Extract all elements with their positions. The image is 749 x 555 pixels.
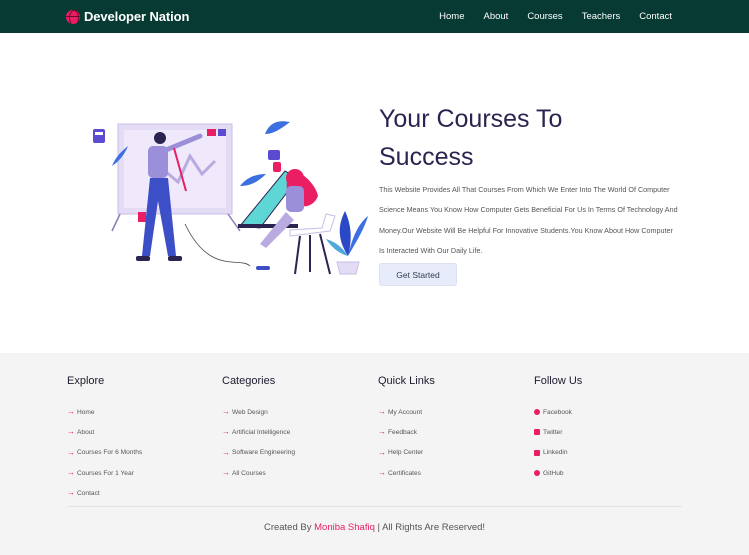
footer-link-label: Software Engineering: [232, 449, 296, 457]
nav-link-courses[interactable]: Courses: [527, 11, 562, 22]
nav-link-teachers[interactable]: Teachers: [582, 11, 621, 22]
floating-card: [93, 129, 105, 143]
footer-link-web-design[interactable]: → Web Design: [222, 402, 295, 422]
footer-link-label: Linkedin: [543, 449, 568, 457]
nav-links: Home About Courses Teachers Contact: [420, 0, 672, 33]
arrow-right-icon: →: [222, 447, 230, 457]
footer-heading-categories: Categories: [222, 375, 276, 387]
footer-heading-explore: Explore: [67, 375, 105, 387]
hero-title-line-1: Your Courses To: [379, 105, 563, 133]
linkedin-icon: [534, 449, 540, 456]
arrow-right-icon: →: [378, 447, 386, 457]
arrow-right-icon: →: [222, 468, 230, 478]
footer-link-label: GitHub: [543, 469, 564, 477]
footer-link-help-center[interactable]: → Help Center: [378, 443, 435, 463]
footer-column-follow-us: Follow Us Facebook Twitter Linkedin GitH…: [534, 375, 582, 483]
arrow-right-icon: →: [67, 468, 75, 478]
brand[interactable]: Developer Nation: [66, 8, 189, 25]
nav-link-about[interactable]: About: [483, 11, 508, 22]
footer: Explore → Home → About → Courses For 6 Mont…: [0, 353, 749, 555]
footer-link-about[interactable]: → About: [67, 422, 142, 442]
footer-link-twitter[interactable]: Twitter: [534, 422, 582, 442]
arrow-right-icon: →: [378, 407, 386, 417]
footer-link-label: Feedback: [388, 428, 417, 436]
footer-divider: [67, 506, 682, 507]
footer-link-all-courses[interactable]: → All Courses: [222, 463, 295, 483]
credit-author-link[interactable]: Moniba Shafiq: [314, 522, 375, 533]
footer-column-explore: Explore → Home → About → Courses For 6 Mont…: [67, 375, 142, 503]
nav-link-home[interactable]: Home: [439, 11, 464, 22]
footer-link-artificial-intelligence[interactable]: → Artificial Intelligence: [222, 422, 295, 442]
hero-illustration: [93, 121, 368, 275]
footer-link-label: Facebook: [543, 408, 572, 416]
footer-link-label: All Courses: [232, 469, 266, 477]
credit-prefix: Created By: [263, 522, 312, 533]
footer-link-label: Artificial Intelligence: [232, 428, 291, 436]
facebook-icon: [534, 409, 540, 416]
footer-link-home[interactable]: → Home: [67, 402, 142, 422]
footer-link-label: Help Center: [388, 449, 424, 457]
brand-name: Developer Nation: [84, 9, 190, 24]
footer-link-contact[interactable]: → Contact: [67, 483, 142, 503]
footer-column-categories: Categories → Web Design → Artificial Intel…: [222, 375, 295, 483]
nav-link-contact[interactable]: Contact: [639, 11, 672, 22]
footer-link-label: Certificates: [388, 469, 421, 477]
footer-link-label: Home: [77, 408, 95, 416]
arrow-right-icon: →: [67, 427, 75, 437]
arrow-right-icon: →: [67, 447, 75, 457]
arrow-right-icon: →: [67, 407, 75, 417]
footer-link-courses-6-months[interactable]: → Courses For 6 Months: [67, 443, 142, 463]
footer-heading-follow-us: Follow Us: [534, 375, 583, 387]
footer-credit: Created By Moniba Shafiq | All Rights Ar…: [0, 522, 749, 533]
twitter-icon: [534, 429, 540, 436]
hero-title: Your Courses To Success: [379, 100, 679, 176]
hero-description: This Website Provides All That Courses F…: [379, 185, 678, 256]
footer-link-label: About: [77, 428, 95, 436]
footer-heading-quick-links: Quick Links: [378, 375, 435, 387]
footer-link-software-engineering[interactable]: → Software Engineering: [222, 443, 295, 463]
footer-link-certificates[interactable]: → Certificates: [378, 463, 435, 483]
footer-link-label: Contact: [77, 489, 100, 497]
globe-icon: [66, 9, 80, 24]
footer-link-linkedin[interactable]: Linkedin: [534, 443, 582, 463]
footer-link-label: Web Design: [232, 408, 268, 416]
footer-link-label: My Account: [388, 408, 423, 416]
footer-link-github[interactable]: GitHub: [534, 463, 582, 483]
arrow-right-icon: →: [222, 427, 230, 437]
get-started-button[interactable]: Get Started: [379, 263, 457, 286]
footer-link-label: Courses For 6 Months: [77, 449, 143, 457]
hero-title-line-2: Success: [379, 143, 474, 171]
arrow-right-icon: →: [378, 427, 386, 437]
footer-link-facebook[interactable]: Facebook: [534, 402, 582, 422]
footer-link-my-account[interactable]: → My Account: [378, 402, 435, 422]
footer-link-feedback[interactable]: → Feedback: [378, 422, 435, 442]
arrow-right-icon: →: [378, 468, 386, 478]
github-icon: [534, 470, 540, 477]
arrow-right-icon: →: [67, 488, 75, 498]
footer-link-label: Twitter: [543, 428, 563, 436]
credit-suffix: | All Rights Are Reserved!: [377, 522, 486, 533]
footer-link-label: Courses For 1 Year: [77, 469, 134, 477]
arrow-right-icon: →: [222, 407, 230, 417]
footer-link-courses-1-year[interactable]: → Courses For 1 Year: [67, 463, 142, 483]
footer-column-quick-links: Quick Links → My Account → Feedback → Help …: [378, 375, 435, 483]
navbar: Developer Nation Home About Courses Teac…: [0, 0, 749, 33]
